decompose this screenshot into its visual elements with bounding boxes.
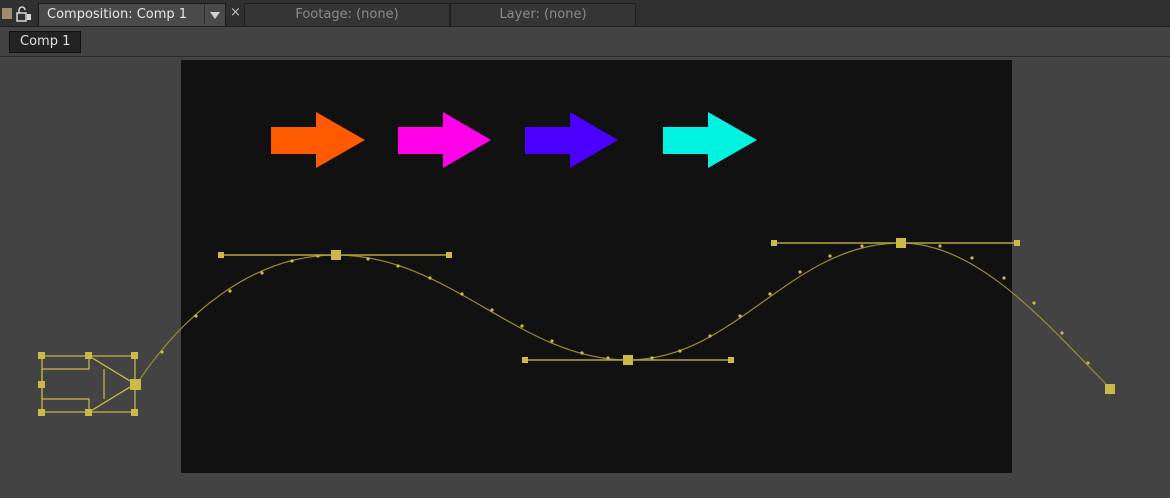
close-icon[interactable]: × [230, 6, 241, 20]
tab-composition-label: Composition: Comp 1 [47, 7, 188, 22]
tab-composition[interactable]: Composition: Comp 1 [38, 3, 226, 26]
breadcrumb-comp[interactable]: Comp 1 [9, 31, 82, 53]
tab-layer[interactable]: Layer: (none) [450, 3, 636, 26]
tab-footage[interactable]: Footage: (none) [244, 3, 450, 26]
lock-icon[interactable] [15, 5, 33, 23]
comp-frame[interactable] [181, 60, 1012, 473]
tab-footage-label: Footage: (none) [295, 7, 399, 22]
panel-tab-bar: Composition: Comp 1 × Footage: (none) La… [0, 0, 1170, 27]
chevron-down-icon[interactable] [204, 5, 225, 24]
viewer-canvas[interactable] [0, 58, 1170, 498]
comp-navigator-bar: Comp 1 [0, 27, 1170, 57]
end-keyframe[interactable] [1105, 384, 1115, 394]
composition-viewer[interactable] [0, 58, 1170, 498]
selected-layer-bounds[interactable] [38, 352, 141, 416]
tab-layer-label: Layer: (none) [499, 7, 587, 22]
label-color-swatch[interactable] [2, 8, 12, 19]
